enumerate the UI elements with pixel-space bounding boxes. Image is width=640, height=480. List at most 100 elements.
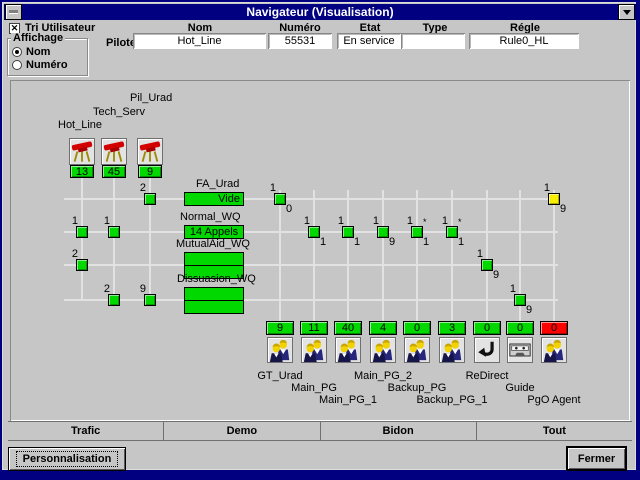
node-square[interactable] — [411, 226, 423, 238]
system-menu-icon — [9, 10, 18, 14]
node-square[interactable] — [514, 294, 526, 306]
target-label: Guide — [475, 383, 565, 394]
minimize-button[interactable] — [618, 4, 635, 20]
pilote-field-nom[interactable] — [133, 33, 266, 49]
node-square[interactable] — [108, 294, 120, 306]
system-menu-button[interactable] — [5, 4, 22, 20]
pilot-count: 9 — [138, 165, 162, 178]
node-label-above: 1 — [92, 216, 110, 227]
target-label: Main_PG_1 — [303, 395, 393, 406]
node-label-above: 1 — [532, 183, 550, 194]
node-label-below: 9 — [560, 204, 566, 215]
pilot-cell[interactable] — [137, 138, 163, 165]
node-square[interactable] — [342, 226, 354, 238]
target-cell[interactable] — [370, 337, 396, 363]
grid-vline-target-2 — [313, 190, 315, 322]
tab-bidon[interactable]: Bidon — [321, 422, 477, 440]
node-label-below: 9 — [526, 305, 532, 316]
queue-bar-2[interactable] — [184, 300, 244, 314]
queue-label: Normal_WQ — [180, 212, 241, 223]
node-label-below: 0 — [286, 204, 292, 215]
node-square[interactable] — [144, 193, 156, 205]
node-square[interactable] — [308, 226, 320, 238]
agents-icon — [405, 338, 429, 362]
agents-icon — [302, 338, 326, 362]
node-label-above: 9 — [128, 284, 146, 295]
node-square[interactable] — [548, 193, 560, 205]
agents-icon — [440, 338, 464, 362]
pilote-row-label: Pilote — [106, 38, 136, 49]
target-count: 3 — [438, 321, 466, 335]
agents-icon — [268, 338, 292, 362]
node-square[interactable] — [446, 226, 458, 238]
target-cell[interactable] — [301, 337, 327, 363]
node-label-above: 1 — [430, 216, 448, 227]
radio-selected-icon — [12, 47, 22, 57]
target-cell[interactable] — [474, 337, 500, 363]
node-label-above: 2 — [60, 249, 78, 260]
target-count: 0 — [403, 321, 431, 335]
target-cell[interactable] — [335, 337, 361, 363]
visualization-panel — [10, 80, 630, 421]
node-square[interactable] — [377, 226, 389, 238]
queue-bar-1[interactable]: 14 Appels — [184, 225, 244, 239]
affichage-group-title: Affichage — [11, 33, 65, 44]
node-label-below: 9 — [389, 237, 395, 248]
node-square[interactable] — [481, 259, 493, 271]
queue-bar-1[interactable] — [184, 252, 244, 266]
target-cell[interactable] — [507, 337, 533, 363]
node-square[interactable] — [76, 259, 88, 271]
grid-vline-target-6 — [451, 190, 453, 322]
node-square[interactable] — [76, 226, 88, 238]
node-label-above: 1 — [60, 216, 78, 227]
target-cell[interactable] — [439, 337, 465, 363]
minimize-arrow-icon — [623, 10, 631, 15]
target-count: 11 — [300, 321, 328, 335]
phone-icon — [70, 139, 94, 164]
queue-bar-1[interactable] — [184, 287, 244, 301]
queue-label: MutualAid_WQ — [176, 239, 250, 250]
pilote-field-type[interactable] — [401, 33, 465, 49]
node-label-above: 1 — [292, 216, 310, 227]
agents-icon — [542, 338, 566, 362]
node-label-above: 2 — [92, 284, 110, 295]
pilote-field-etat[interactable] — [337, 33, 401, 49]
pilot-cell[interactable] — [101, 138, 127, 165]
target-label: Backup_PG — [372, 383, 462, 394]
target-count: 0 — [506, 321, 534, 335]
pilot-label: Tech_Serv — [93, 107, 145, 118]
tab-trafic[interactable]: Trafic — [8, 422, 164, 440]
target-cell[interactable] — [404, 337, 430, 363]
node-label-above: 1 — [326, 216, 344, 227]
target-label: Main_PG — [269, 383, 359, 394]
node-square[interactable] — [108, 226, 120, 238]
node-label-above: 1 — [395, 216, 413, 227]
agents-icon — [371, 338, 395, 362]
queue-label: FA_Urad — [196, 179, 239, 190]
pilot-cell[interactable] — [69, 138, 95, 165]
node-square[interactable] — [274, 193, 286, 205]
node-square[interactable] — [144, 294, 156, 306]
node-label-below: 1 — [423, 237, 429, 248]
tab-tout[interactable]: Tout — [477, 422, 632, 440]
queue-bar-1[interactable]: Vide — [184, 192, 244, 206]
target-cell[interactable] — [267, 337, 293, 363]
pilot-label: Hot_Line — [58, 120, 102, 131]
pilote-field-régle[interactable] — [469, 33, 579, 49]
grid-vline-target-4 — [382, 190, 384, 322]
radio-nom[interactable]: Nom — [12, 46, 50, 58]
node-label-above: 1 — [258, 183, 276, 194]
fermer-button[interactable]: Fermer — [566, 446, 627, 471]
target-count: 40 — [334, 321, 362, 335]
tab-demo[interactable]: Demo — [164, 422, 320, 440]
target-cell[interactable] — [541, 337, 567, 363]
phone-icon — [138, 139, 162, 164]
radio-numero[interactable]: Numéro — [12, 59, 68, 71]
personnalisation-button[interactable]: Personnalisation — [8, 447, 126, 471]
target-label: ReDirect — [442, 371, 532, 382]
node-label-below: 1 — [458, 237, 464, 248]
target-label: Backup_PG_1 — [407, 395, 497, 406]
grid-vline-target-5 — [416, 190, 418, 322]
node-label-above: 2 — [128, 183, 146, 194]
pilote-field-numéro[interactable] — [268, 33, 332, 49]
